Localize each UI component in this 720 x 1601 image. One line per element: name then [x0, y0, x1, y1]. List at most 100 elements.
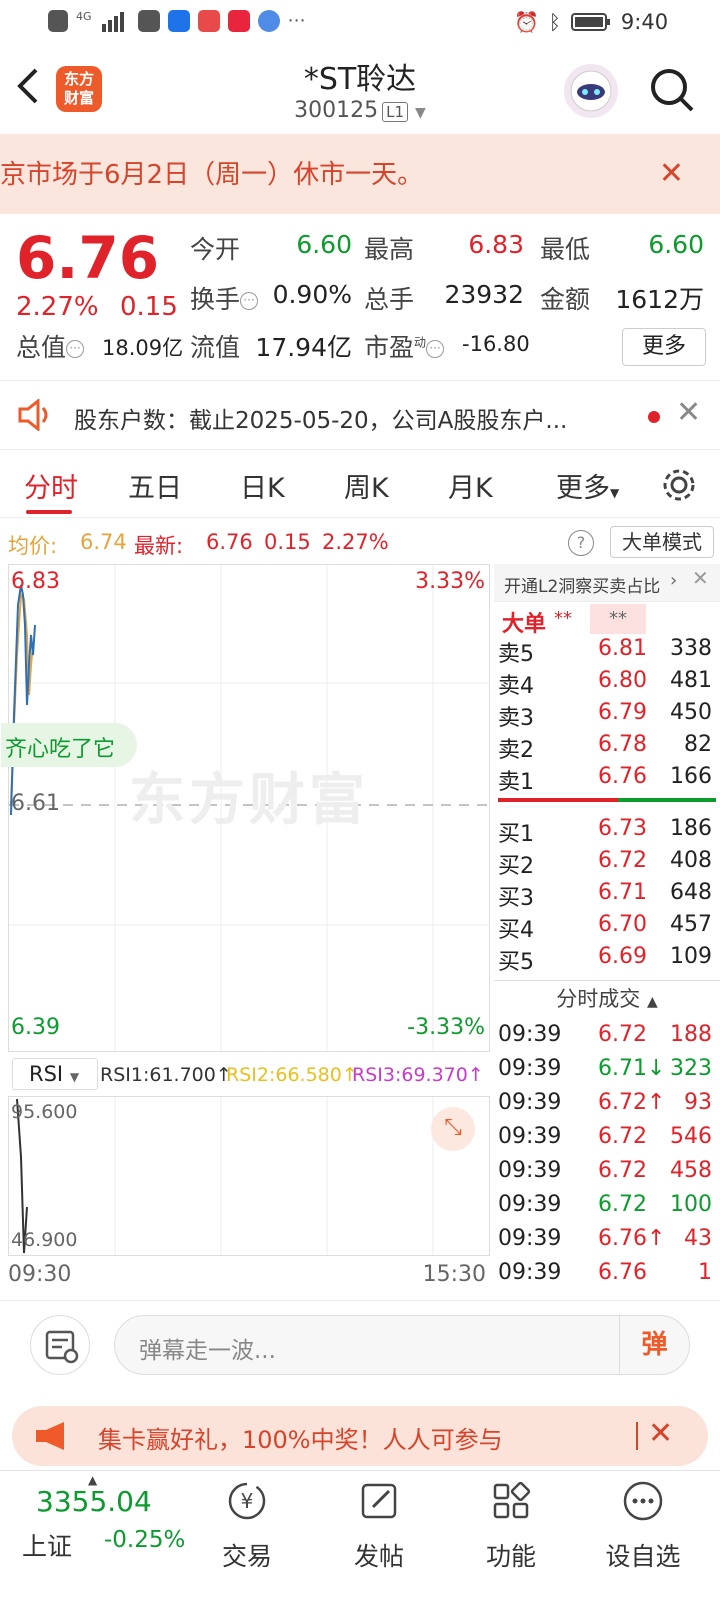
trade-row: 09:39 6.76↑ 43	[494, 1226, 718, 1258]
nav-add-watchlist[interactable]: 设自选	[588, 1471, 698, 1601]
bottom-nav: ▲ 3355.04 上证 -0.25% ¥ 交易 发帖 功能 设自选	[0, 1470, 720, 1600]
order-row[interactable]: 卖5 6.81 338	[494, 636, 718, 668]
amount-value: 1612万	[615, 285, 704, 314]
trade-price: 6.71↓	[598, 1056, 666, 1081]
danmu-bar: 弹幕走一波... 弹	[0, 1300, 720, 1386]
promo-banner[interactable]: 集卡赢好礼，100%中奖！人人可参与 ✕	[12, 1406, 708, 1466]
back-arrow-icon[interactable]	[14, 66, 44, 106]
shareholder-notice[interactable]: 股东户数：截止2025-05-20，公司A股股东户... ✕	[0, 380, 720, 450]
sell-label: 卖3	[498, 706, 534, 731]
app-icon-news	[227, 10, 250, 32]
buy-label: 买2	[498, 854, 534, 879]
info-icon[interactable]: ···	[66, 340, 85, 358]
more-button[interactable]: 更多	[622, 328, 706, 366]
nav-functions[interactable]: 功能	[456, 1471, 566, 1601]
intraday-chart[interactable]: 东方财富 6.83 3.33% 6.61 6.39 -3.33% 齐心吃了它	[1, 564, 490, 1052]
level-badge: L1	[382, 102, 409, 122]
order-row[interactable]: 卖2 6.78 82	[494, 732, 718, 764]
order-row[interactable]: 买2 6.72 408	[494, 848, 718, 880]
more-circle-icon	[623, 1481, 663, 1521]
high-label: 最高	[364, 235, 415, 264]
order-row[interactable]: 买5 6.69 109	[494, 944, 718, 976]
nav-post[interactable]: 发帖	[324, 1471, 434, 1601]
tab-more[interactable]: 更多▼	[556, 466, 619, 505]
chart-top-pct: 3.33%	[415, 569, 485, 594]
high-value: 6.83	[468, 230, 524, 259]
close-icon[interactable]: ✕	[659, 156, 684, 191]
sell-label: 卖1	[498, 770, 534, 795]
trades-header[interactable]: 分时成交 ▲	[494, 980, 720, 1018]
big-order-mode-button[interactable]: 大单模式	[610, 526, 714, 558]
order-row[interactable]: 买1 6.73 186	[494, 816, 718, 848]
app-logo[interactable]: 东方 财富	[56, 66, 102, 112]
latest-value: 6.76	[206, 530, 253, 554]
trade-price: 6.76↑	[598, 1226, 666, 1251]
tab-monthly-k[interactable]: 月K	[448, 466, 493, 505]
buy-label: 买3	[498, 886, 534, 911]
danmu-placeholder: 弹幕走一波...	[139, 1338, 276, 1364]
sell-price: 6.78	[598, 732, 647, 757]
trade-time: 09:39	[498, 1192, 562, 1217]
stock-code-row[interactable]: 300125 L1 ▼	[200, 98, 520, 123]
market-notice-banner[interactable]: 京市场于6月2日（周一）休市一天。 ✕	[0, 134, 720, 214]
l2-promo[interactable]: 开通L2洞察买卖占比 › ✕	[494, 564, 720, 602]
time-axis: 09:30 15:30	[8, 1262, 490, 1294]
quote-panel: 6.76 2.27% 0.15 今开 6.60 最高 6.83 最低 6.60 …	[0, 214, 720, 374]
more-dots-icon: ⋯	[287, 10, 306, 31]
trade-time: 09:39	[498, 1090, 562, 1115]
order-row[interactable]: 买3 6.71 648	[494, 880, 718, 912]
danmu-settings-icon[interactable]	[30, 1315, 90, 1375]
tab-weekly-k[interactable]: 周K	[344, 466, 389, 505]
sell-price: 6.76	[598, 764, 647, 789]
order-row[interactable]: 卖4 6.80 481	[494, 668, 718, 700]
sell-volume: 450	[670, 700, 712, 725]
trade-time: 09:39	[498, 1226, 562, 1251]
close-icon[interactable]: ✕	[692, 566, 709, 590]
nav-trade[interactable]: ¥ 交易	[192, 1471, 302, 1601]
order-row[interactable]: 卖1 6.76 166	[494, 764, 718, 796]
amount-label: 金额	[540, 285, 591, 314]
tab-daily-k[interactable]: 日K	[240, 466, 285, 505]
danmu-send-button[interactable]: 弹	[619, 1316, 689, 1374]
sell-label: 卖2	[498, 738, 534, 763]
order-row[interactable]: 买4 6.70 457	[494, 912, 718, 944]
close-icon[interactable]: ✕	[648, 1416, 673, 1451]
indicator-selector[interactable]: RSI ▼	[12, 1058, 98, 1090]
sell-price: 6.81	[598, 636, 647, 661]
help-icon[interactable]: ?	[568, 530, 594, 556]
rsi-chart[interactable]: 95.600 46.900 ⤡	[8, 1096, 490, 1256]
megaphone-icon	[36, 1422, 64, 1450]
status-bar: 4G ⋯ ⏰ ᛒ 9:40	[0, 0, 720, 44]
low-value: 6.60	[648, 230, 704, 259]
tab-intraday[interactable]: 分时	[24, 466, 78, 505]
danmu-input[interactable]: 弹幕走一波... 弹	[114, 1315, 690, 1375]
time-start: 09:30	[8, 1262, 72, 1287]
gear-icon[interactable]	[660, 466, 698, 504]
mktcap-label-text: 总值	[16, 333, 67, 362]
edit-icon	[361, 1483, 397, 1519]
trades-title: 分时成交	[556, 987, 641, 1011]
nav-post-label: 发帖	[353, 1542, 404, 1571]
dropdown-triangle-icon: ▼	[610, 486, 620, 500]
promo-text: 集卡赢好礼，100%中奖！人人可参与	[98, 1426, 503, 1454]
search-icon[interactable]	[648, 66, 696, 114]
assistant-robot-icon[interactable]	[564, 64, 618, 118]
trade-price: 6.72	[598, 1192, 647, 1217]
open-label: 今开	[190, 235, 241, 264]
order-row[interactable]: 卖3 6.79 450	[494, 700, 718, 732]
info-icon[interactable]: ···	[240, 292, 259, 310]
indicator-selector-label: RSI	[29, 1062, 64, 1086]
system-icons: ⏰ ᛒ 9:40	[514, 10, 668, 34]
buy-price: 6.70	[598, 912, 647, 937]
info-icon[interactable]: ···	[426, 340, 445, 358]
buy-price: 6.69	[598, 944, 647, 969]
tab-five-day[interactable]: 五日	[128, 466, 182, 505]
buy-volume: 408	[670, 848, 712, 873]
close-icon[interactable]: ✕	[676, 395, 701, 430]
danmu-bubble[interactable]: 齐心吃了它	[1, 723, 138, 767]
buy-ratio-bar	[618, 798, 716, 802]
trade-volume: 1	[698, 1260, 712, 1285]
index-value[interactable]: 3355.04	[36, 1485, 152, 1518]
expand-icon[interactable]: ⤡	[431, 1107, 475, 1151]
index-name[interactable]: 上证	[22, 1527, 72, 1563]
